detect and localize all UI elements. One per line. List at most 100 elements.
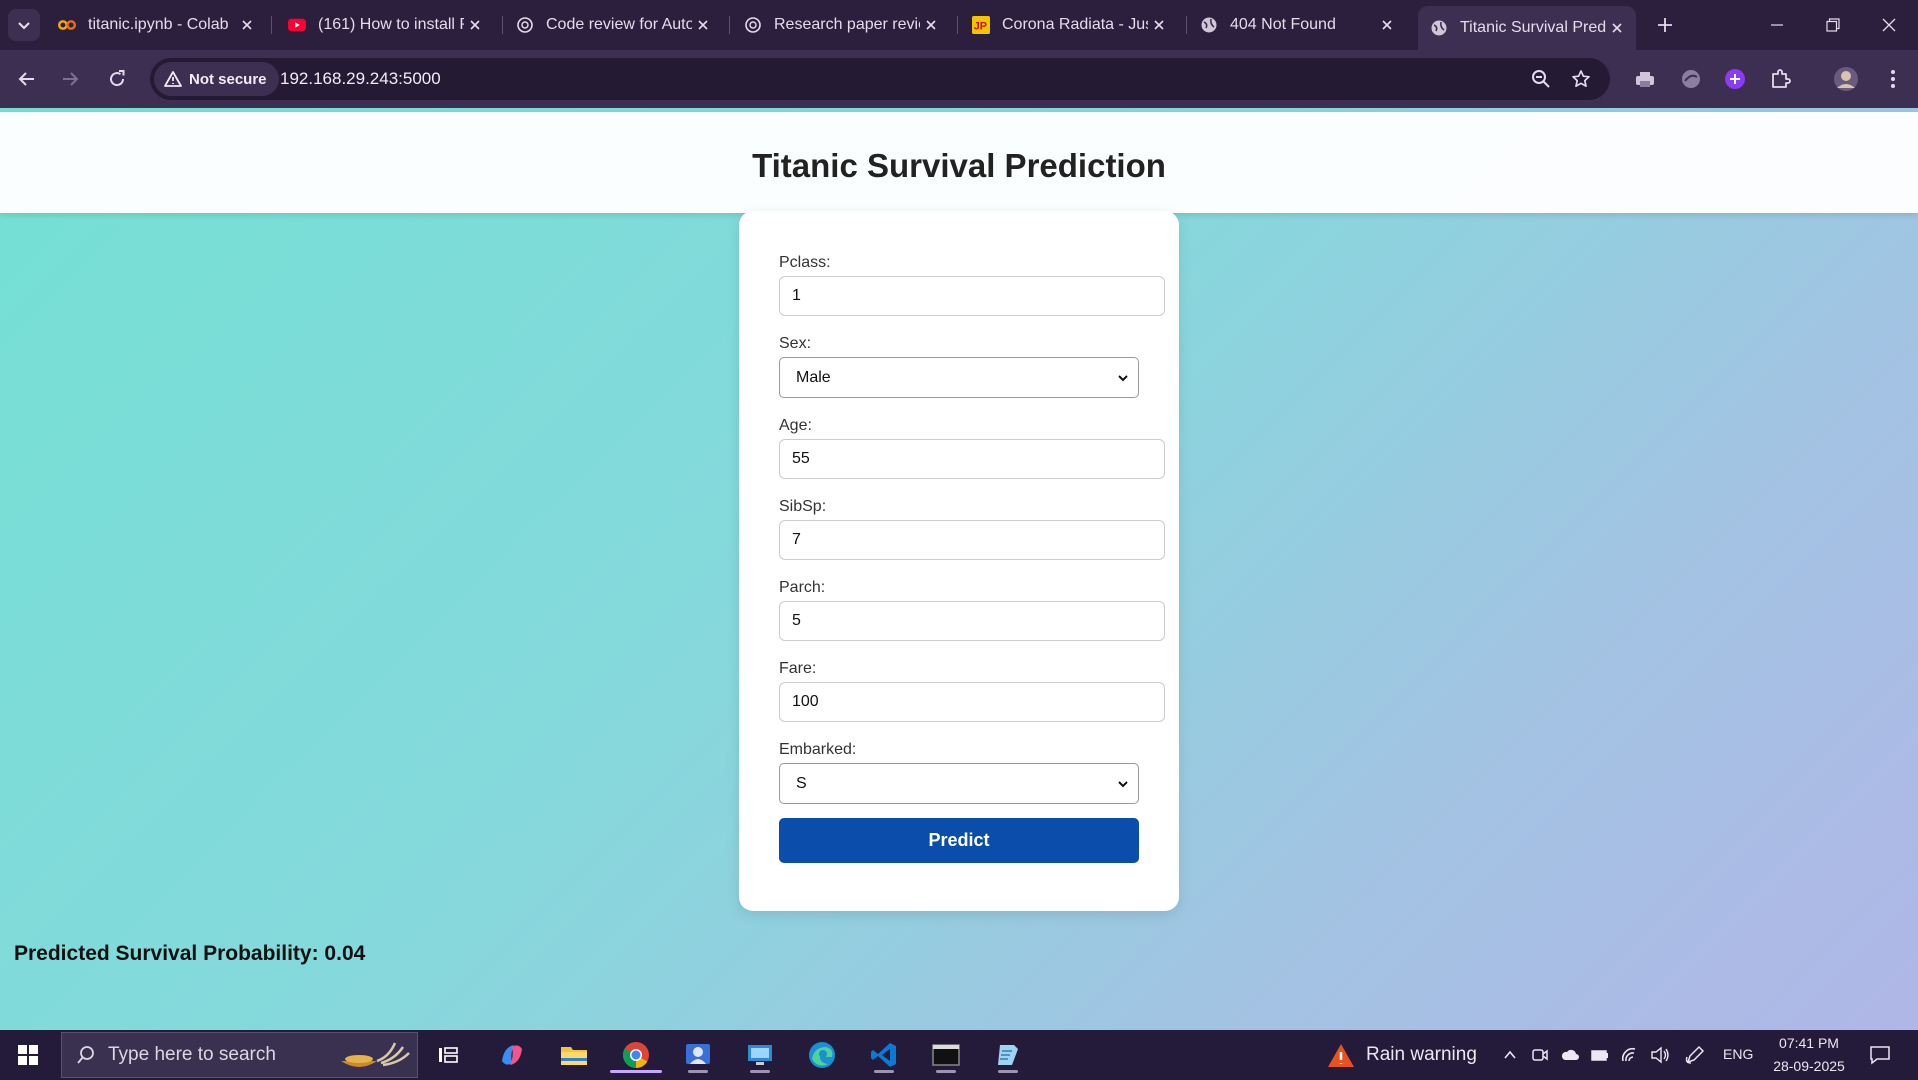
- tab-youtube[interactable]: (161) How to install P: [276, 8, 494, 42]
- close-icon[interactable]: [1376, 14, 1398, 36]
- cloud-icon: [1561, 1049, 1579, 1060]
- restore-icon: [1826, 18, 1840, 32]
- tab-separator: [502, 16, 503, 34]
- battery-icon-glyph: [1591, 1050, 1608, 1061]
- profile-avatar[interactable]: [1833, 66, 1859, 92]
- bookmark-button[interactable]: [1570, 68, 1592, 90]
- extension-purple-button[interactable]: [1722, 66, 1748, 92]
- photo-viewer-app[interactable]: [680, 1037, 716, 1073]
- shield-icon: [1682, 70, 1700, 88]
- browser-menu-button[interactable]: [1880, 66, 1906, 92]
- onedrive-icon[interactable]: [1560, 1045, 1580, 1065]
- weather-widget-icon[interactable]: [1326, 1041, 1356, 1071]
- tab-title: (161) How to install P: [318, 16, 464, 33]
- address-bar[interactable]: Not secure 192.168.29.243:5000: [150, 58, 1610, 100]
- star-icon: [1572, 70, 1590, 88]
- url-text[interactable]: 192.168.29.243:5000: [280, 69, 441, 89]
- language-indicator[interactable]: ENG: [1723, 1046, 1753, 1062]
- extension-shield-button[interactable]: [1678, 66, 1704, 92]
- tab-titanic[interactable]: Titanic Survival Predi: [1418, 6, 1636, 50]
- tab-corona-radiata[interactable]: JP Corona Radiata - Jus: [960, 8, 1178, 42]
- zoom-icon: [1532, 70, 1550, 88]
- start-button[interactable]: [8, 1038, 48, 1072]
- task-view-button[interactable]: [431, 1037, 467, 1073]
- browser-toolbar: Not secure 192.168.29.243:5000: [0, 50, 1918, 108]
- close-icon[interactable]: [464, 14, 486, 36]
- rain-warning-icon: [1328, 1044, 1354, 1067]
- new-tab-button[interactable]: [1650, 10, 1680, 40]
- terminal-app[interactable]: [928, 1037, 964, 1073]
- age-label: Age:: [779, 417, 812, 434]
- fare-input[interactable]: 100: [779, 682, 1165, 722]
- close-icon[interactable]: [1148, 14, 1170, 36]
- clock-time[interactable]: 07:41 PM: [1776, 1035, 1842, 1051]
- tab-research-paper[interactable]: Research paper revie: [732, 8, 950, 42]
- battery-icon[interactable]: [1590, 1045, 1610, 1065]
- prediction-result: Predicted Survival Probability: 0.04: [14, 942, 366, 965]
- pclass-input[interactable]: 1: [779, 276, 1165, 316]
- edge-app[interactable]: [804, 1037, 840, 1073]
- close-icon[interactable]: [692, 14, 714, 36]
- chrome-app[interactable]: [610, 1037, 662, 1073]
- extension-printer-button[interactable]: [1632, 66, 1658, 92]
- notepad-app[interactable]: [990, 1037, 1026, 1073]
- jp-icon: JP: [972, 16, 990, 34]
- tab-colab[interactable]: titanic.ipynb - Colab: [46, 8, 266, 42]
- tab-search-button[interactable]: [8, 9, 40, 41]
- search-placeholder: Type here to search: [108, 1044, 276, 1065]
- svg-text:JP: JP: [974, 21, 987, 33]
- tab-code-review[interactable]: Code review for Auto: [504, 8, 722, 42]
- chevron-up-icon: [1504, 1050, 1516, 1059]
- reload-button[interactable]: [102, 64, 132, 94]
- vscode-app[interactable]: [866, 1037, 902, 1073]
- tab-title: Titanic Survival Predi: [1460, 19, 1606, 36]
- forward-button[interactable]: [55, 64, 85, 94]
- globe-icon: [1430, 19, 1448, 37]
- zoom-button[interactable]: [1530, 68, 1552, 90]
- embarked-select-value: S: [796, 774, 807, 792]
- task-view-icon: [439, 1047, 458, 1063]
- page-header: Titanic Survival Prediction: [0, 112, 1918, 213]
- running-indicator: [998, 1070, 1018, 1073]
- page-viewport: Titanic Survival Prediction Pclass: 1 Se…: [0, 108, 1918, 1030]
- notifications-button[interactable]: [1868, 1043, 1892, 1067]
- video-icon: [1532, 1049, 1548, 1061]
- predict-button[interactable]: Predict: [779, 818, 1139, 863]
- tab-separator: [271, 16, 272, 34]
- sex-label: Sex:: [779, 335, 812, 352]
- prediction-form: Pclass: 1 Sex: Male Age: 55 SibSp: 7 Par…: [739, 211, 1179, 911]
- parch-input[interactable]: 5: [779, 601, 1165, 641]
- wifi-icon[interactable]: [1620, 1045, 1640, 1065]
- close-icon[interactable]: [920, 14, 942, 36]
- sibsp-input[interactable]: 7: [779, 520, 1165, 560]
- back-button[interactable]: [12, 64, 42, 94]
- sex-select[interactable]: Male: [779, 357, 1139, 398]
- search-icon: [77, 1046, 94, 1064]
- restore-button[interactable]: [1810, 8, 1856, 42]
- close-icon[interactable]: [1606, 17, 1628, 39]
- close-window-button[interactable]: [1866, 8, 1912, 42]
- youtube-icon: [288, 16, 306, 34]
- pen-menu-icon[interactable]: [1685, 1045, 1705, 1065]
- tab-404[interactable]: 404 Not Found: [1188, 8, 1406, 42]
- clock-date[interactable]: 28-09-2025: [1768, 1058, 1850, 1074]
- embarked-select[interactable]: S: [779, 763, 1139, 804]
- volume-icon[interactable]: [1650, 1045, 1670, 1065]
- taskbar-search[interactable]: Type here to search: [61, 1032, 418, 1078]
- arrow-right-icon: [63, 72, 79, 86]
- extensions-button[interactable]: [1767, 66, 1793, 92]
- weather-text[interactable]: Rain warning: [1366, 1044, 1477, 1066]
- chevron-down-icon: [1118, 375, 1128, 382]
- embarked-label: Embarked:: [779, 741, 857, 758]
- show-hidden-icons-button[interactable]: [1500, 1045, 1520, 1065]
- copilot-app[interactable]: [494, 1037, 530, 1073]
- remote-desktop-app[interactable]: [742, 1037, 778, 1073]
- minimize-button[interactable]: [1754, 8, 1800, 42]
- puzzle-icon: [1772, 69, 1791, 88]
- meet-now-icon[interactable]: [1530, 1045, 1550, 1065]
- security-chip[interactable]: Not secure: [154, 62, 279, 96]
- age-input[interactable]: 55: [779, 439, 1165, 479]
- close-icon[interactable]: [236, 14, 258, 36]
- file-explorer-app[interactable]: [556, 1037, 592, 1073]
- copilot-icon: [502, 1045, 522, 1065]
